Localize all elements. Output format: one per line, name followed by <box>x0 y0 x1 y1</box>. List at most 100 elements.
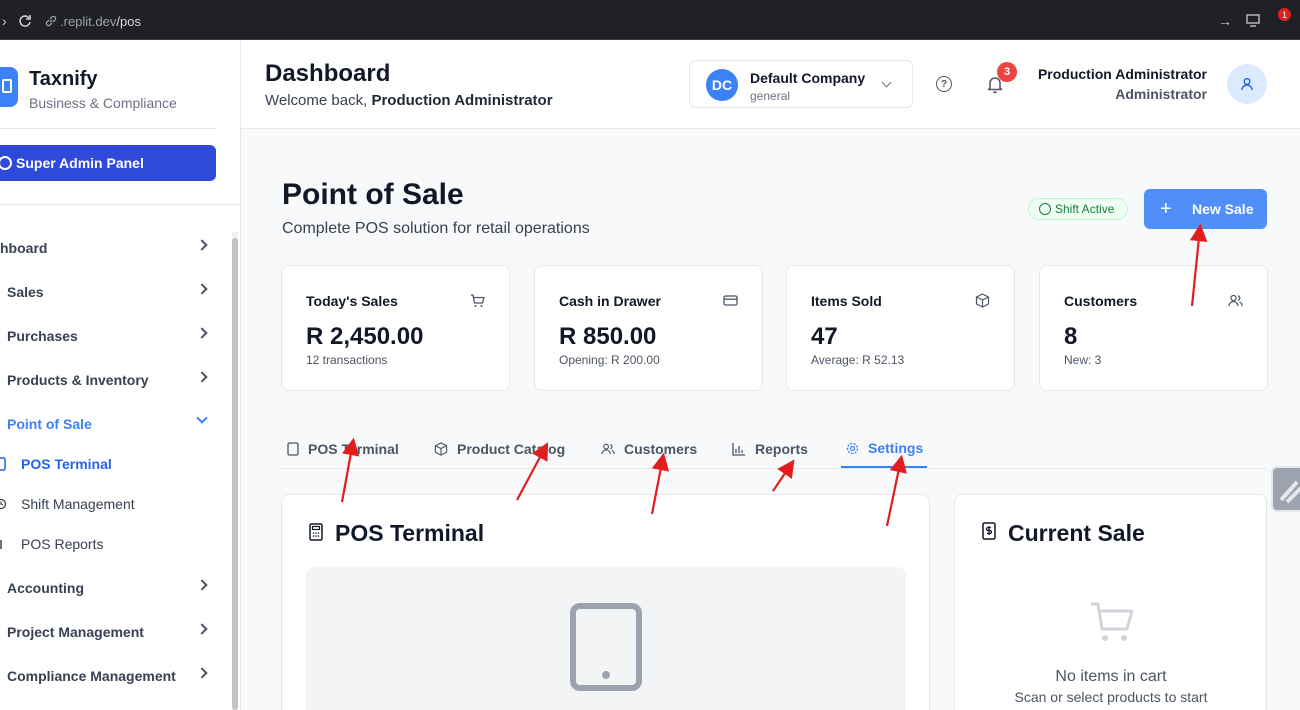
tab-label: Customers <box>624 441 698 457</box>
shift-status-label: Shift Active <box>1055 202 1115 216</box>
user-icon <box>1241 78 1253 91</box>
stat-card-title: Customers <box>1064 293 1138 309</box>
sidebar-item-label: Products & Inventory <box>7 372 149 388</box>
clock-icon <box>1039 203 1051 215</box>
stat-card-value: 47 <box>811 323 838 350</box>
tab-pos-terminal[interactable]: POS Terminal <box>286 430 399 468</box>
user-avatar[interactable] <box>1227 64 1267 104</box>
pencil-icon <box>1279 480 1300 504</box>
receipt-dollar-icon <box>982 522 996 540</box>
stat-card-subtext: Opening: R 200.00 <box>559 353 660 367</box>
company-switcher[interactable]: DC Default Company general <box>689 60 913 108</box>
tab-settings[interactable]: Settings <box>841 430 928 468</box>
sidebar-item-purchases[interactable]: Purchases <box>0 321 214 351</box>
header-title: Dashboard <box>265 60 391 87</box>
stat-card-value: R 2,450.00 <box>306 323 424 350</box>
company-type: general <box>750 89 791 103</box>
reload-icon[interactable] <box>18 14 32 28</box>
calculator-icon <box>309 523 323 541</box>
sidebar-item-dashboard[interactable]: hboard <box>0 233 214 263</box>
pos-terminal-panel: POS Terminal <box>281 494 930 710</box>
super-admin-panel-button[interactable]: Super Admin Panel <box>0 145 216 181</box>
user-role: Administrator <box>1115 86 1207 102</box>
box-icon <box>975 293 990 308</box>
page-subtitle: Complete POS solution for retail operati… <box>282 220 590 237</box>
clock-icon <box>0 498 7 510</box>
chevron-right-icon <box>196 327 208 339</box>
stat-card-customers: Customers 8 New: 3 <box>1039 265 1268 391</box>
shift-status-badge: Shift Active <box>1028 198 1128 220</box>
sidebar-item-label: Purchases <box>7 328 78 344</box>
extension-badge[interactable]: 1 <box>1278 8 1291 21</box>
sidebar-subitem-shift-management[interactable]: Shift Management <box>0 491 214 517</box>
sidebar-item-sales[interactable]: Sales <box>0 277 214 307</box>
stat-card-subtext: New: 3 <box>1064 353 1102 367</box>
divider <box>0 204 240 205</box>
sidebar-item-label: Compliance Management <box>7 668 176 684</box>
stat-card-items-sold: Items Sold 47 Average: R 52.13 <box>786 265 1015 391</box>
help-icon[interactable]: ? <box>936 76 952 92</box>
plus-icon: + <box>1160 198 1172 220</box>
divider <box>0 128 216 129</box>
chevron-down-icon <box>196 412 208 424</box>
sidebar: Taxnify Business & Compliance Super Admi… <box>0 40 241 710</box>
users-icon <box>1228 294 1243 307</box>
arrow-right-icon[interactable]: → <box>1218 13 1232 29</box>
sidebar-item-accounting[interactable]: Accounting <box>0 573 214 603</box>
sidebar-subitem-pos-reports[interactable]: POS Reports <box>0 531 214 557</box>
sidebar-item-label: Sales <box>7 284 44 300</box>
sidebar-item-label: Accounting <box>7 580 84 596</box>
chevron-right-icon <box>196 283 208 295</box>
link-icon <box>45 15 57 27</box>
sidebar-subitem-label: POS Reports <box>21 536 104 552</box>
sidebar-subitem-pos-terminal[interactable]: POS Terminal <box>0 451 214 477</box>
back-icon[interactable]: › <box>2 13 7 29</box>
panel-title: Current Sale <box>1008 520 1145 546</box>
empty-cart-message: No items in cart <box>1055 668 1167 685</box>
sidebar-scrollbar-thumb[interactable] <box>232 238 238 710</box>
stat-card-title: Items Sold <box>811 293 882 309</box>
welcome-message: Welcome back, Production Administrator <box>265 92 553 109</box>
tab-reports[interactable]: Reports <box>731 430 808 468</box>
browser-toolbar: › .replit.dev/pos → 1 <box>0 0 1300 40</box>
brand-name: Taxnify <box>29 68 98 90</box>
tab-label: Reports <box>755 441 808 457</box>
floating-widget-button[interactable] <box>1271 466 1300 512</box>
tabs-divider <box>282 468 1267 469</box>
cart-icon <box>1091 602 1134 641</box>
sidebar-item-label: Project Management <box>7 624 144 640</box>
bar-chart-icon <box>0 540 2 549</box>
cart-icon <box>471 294 485 307</box>
screen-icon[interactable] <box>1246 14 1260 27</box>
stat-card-cash-in-drawer: Cash in Drawer R 850.00 Opening: R 200.0… <box>534 265 763 391</box>
chevron-right-icon <box>196 667 208 679</box>
new-sale-label: New Sale <box>1192 201 1254 217</box>
bar-chart-icon <box>732 443 745 456</box>
brand-tagline: Business & Compliance <box>29 95 177 111</box>
sidebar-item-project-management[interactable]: Project Management <box>0 617 214 647</box>
tablet-icon <box>287 442 299 456</box>
credit-card-icon <box>723 295 738 306</box>
tab-label: Product Catalog <box>457 441 566 457</box>
welcome-user-name: Production Administrator <box>371 92 553 109</box>
stat-card-todays-sales: Today's Sales R 2,450.00 12 transactions <box>281 265 510 391</box>
sidebar-subitem-label: POS Terminal <box>21 456 112 472</box>
chevron-right-icon <box>196 371 208 383</box>
chevron-down-icon <box>881 77 892 88</box>
address-bar[interactable]: .replit.dev/pos <box>60 14 141 29</box>
panel-title: POS Terminal <box>335 520 485 546</box>
tab-product-catalog[interactable]: Product Catalog <box>433 430 565 468</box>
empty-cart-hint: Scan or select products to start <box>1014 689 1208 705</box>
sidebar-subitem-label: Shift Management <box>21 496 135 512</box>
stat-card-title: Today's Sales <box>306 293 398 309</box>
sidebar-item-label: Point of Sale <box>7 416 92 432</box>
tab-customers[interactable]: Customers <box>600 430 697 468</box>
terminal-placeholder <box>306 567 906 710</box>
tablet-icon <box>570 603 642 691</box>
sidebar-item-point-of-sale[interactable]: Point of Sale <box>0 409 214 439</box>
top-header: Dashboard Welcome back, Production Admin… <box>241 40 1300 129</box>
new-sale-button[interactable]: + New Sale <box>1144 189 1267 229</box>
sidebar-item-products-inventory[interactable]: Products & Inventory <box>0 365 214 395</box>
stat-card-value: 8 <box>1064 323 1078 350</box>
sidebar-item-compliance-management[interactable]: Compliance Management <box>0 661 214 691</box>
